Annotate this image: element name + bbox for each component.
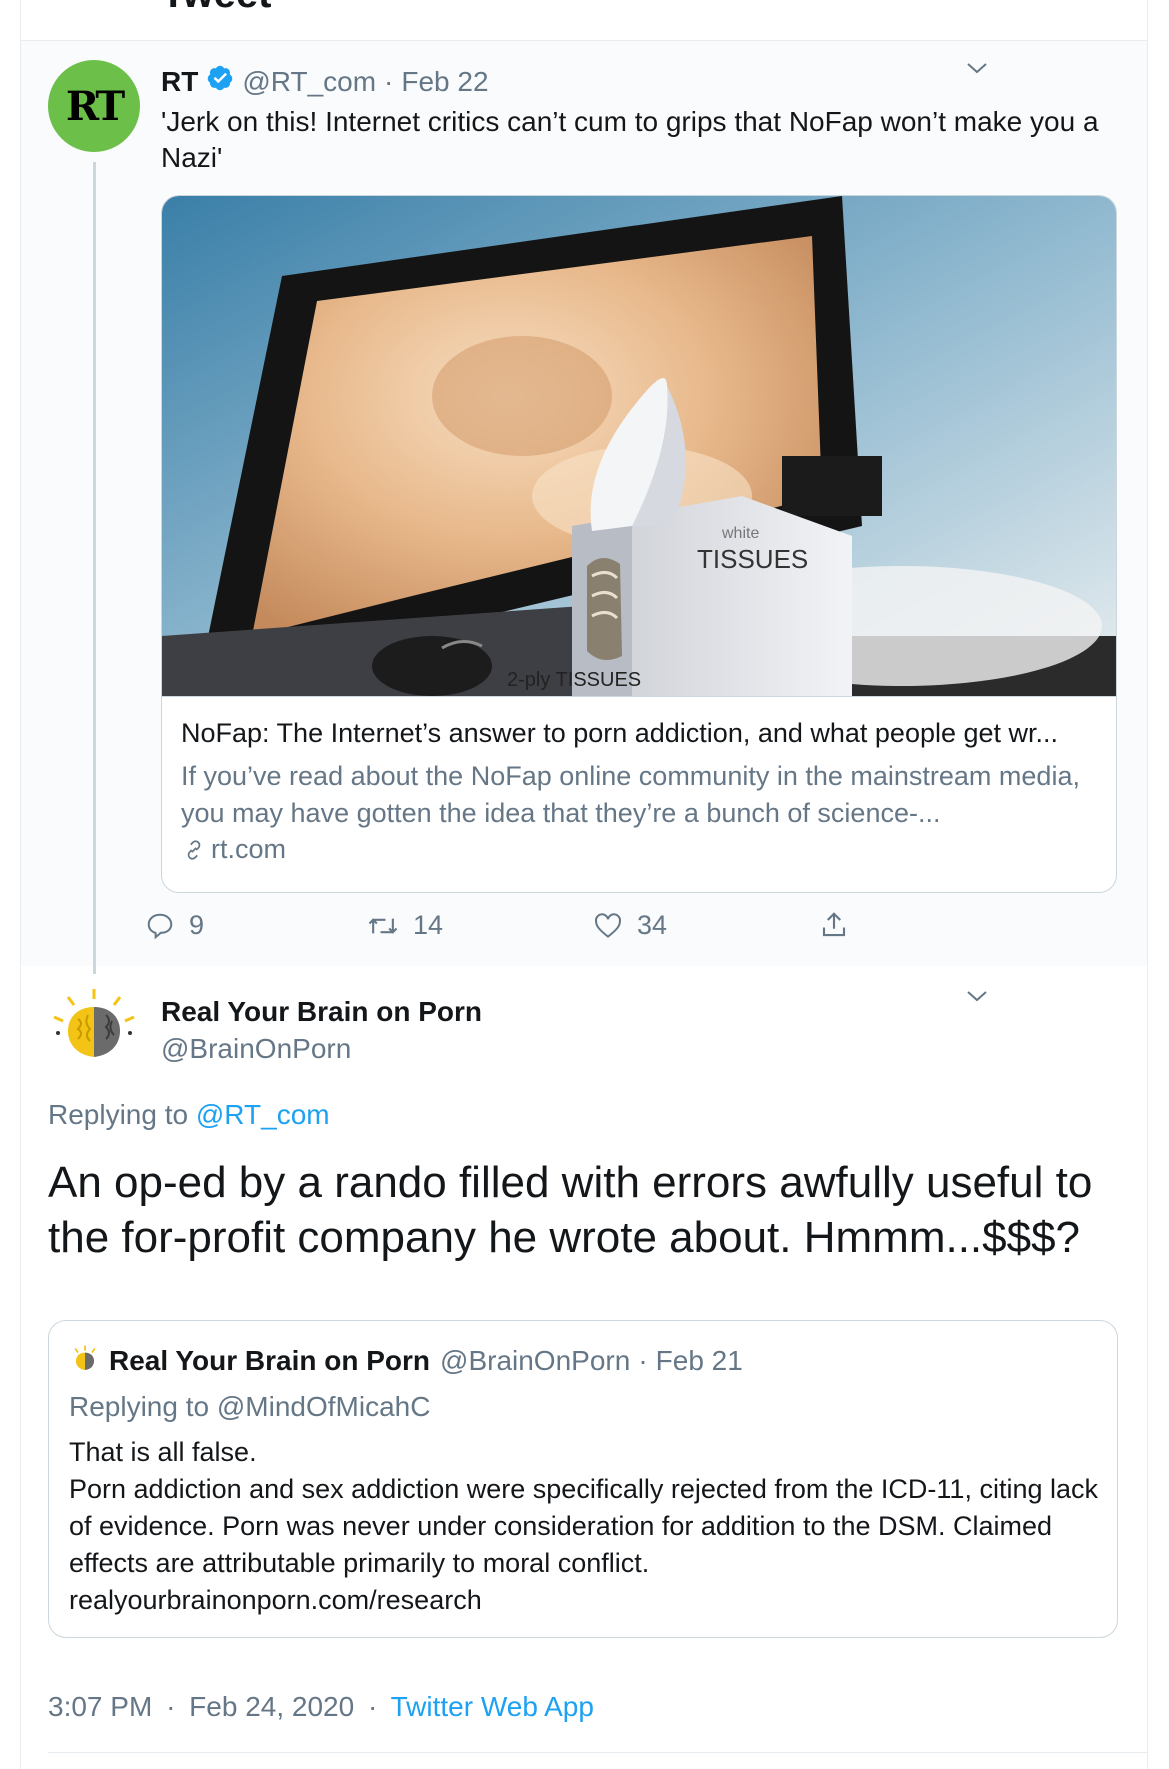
dot-separator: · (367, 1691, 378, 1722)
retweet-count: 14 (413, 910, 444, 940)
chevron-down-icon[interactable] (965, 984, 989, 1013)
link-preview-card[interactable]: white TISSUES 2-ply TISSUES NoFap: The I… (161, 195, 1117, 893)
reply-icon (147, 913, 173, 939)
like-button[interactable]: 34 (593, 910, 667, 941)
quoted-tweet[interactable]: Real Your Brain on Porn @BrainOnPorn · F… (48, 1320, 1118, 1638)
reply-count: 9 (189, 910, 205, 940)
main-tweet-text: An op-ed by a rando filled with errors a… (48, 1158, 1093, 1262)
brainonporn-avatar[interactable] (48, 985, 140, 1077)
retweet-icon (368, 917, 398, 934)
share-button[interactable] (819, 910, 849, 940)
dot-separator: · (384, 65, 394, 97)
card-domain[interactable]: rt.com (181, 834, 286, 865)
quoted-author-name: Real Your Brain on Porn (109, 1345, 431, 1376)
tweet-column: Tweet RT RT @RT_com · Feb 22 'Jerk on th… (20, 0, 1148, 1769)
heart-icon (595, 912, 621, 938)
chevron-down-icon[interactable] (965, 56, 989, 85)
replying-to: Replying to @RT_com (48, 1099, 330, 1131)
brain-logo-icon (53, 989, 135, 1057)
page-title: Tweet (161, 0, 271, 17)
rt-avatar[interactable]: RT (48, 60, 140, 152)
quoted-author-handle: @BrainOnPorn (440, 1345, 631, 1376)
tweet-timestamp: 3:07 PM · Feb 24, 2020 · Twitter Web App (48, 1691, 594, 1723)
card-domain-text: rt.com (211, 834, 287, 864)
card-divider (162, 696, 1116, 697)
card-image: white TISSUES 2-ply TISSUES (162, 196, 1116, 696)
quoted-tweet-text: That is all false. Porn addiction and se… (69, 1437, 1098, 1615)
like-count: 34 (637, 910, 668, 940)
card-image-text-side: 2-ply TISSUES (507, 669, 641, 691)
parent-author-name[interactable]: RT (161, 66, 198, 98)
quoted-replying-to: Replying to @MindOfMicahC (69, 1391, 431, 1422)
tweet-date[interactable]: Feb 24, 2020 (189, 1691, 354, 1722)
card-image-text-brand: TISSUES (697, 544, 808, 574)
retweet-button[interactable]: 14 (367, 910, 443, 941)
quoted-tweet-header: Real Your Brain on Porn @BrainOnPorn · F… (69, 1345, 743, 1377)
card-title[interactable]: NoFap: The Internet’s answer to porn add… (181, 718, 1101, 749)
parent-author-row: RT @RT_com · Feb 22 (161, 64, 489, 99)
author-name[interactable]: Real Your Brain on Porn (161, 996, 482, 1028)
rt-logo-text: RT (65, 82, 125, 130)
dot-separator: · (638, 1345, 648, 1376)
parent-tweet-actions: 9 14 34 (21, 910, 1149, 954)
parent-author-handle[interactable]: @RT_com (242, 66, 376, 98)
replying-label: Replying to (48, 1099, 189, 1130)
link-icon (187, 839, 201, 860)
card-description: If you’ve read about the NoFap online co… (181, 761, 1080, 828)
bottom-divider (48, 1752, 1147, 1753)
verified-badge-icon (206, 64, 234, 99)
replying-handle-link[interactable]: @RT_com (196, 1099, 330, 1130)
author-handle[interactable]: @BrainOnPorn (161, 1033, 351, 1065)
tweet-source-link[interactable]: Twitter Web App (391, 1691, 594, 1722)
tweet-time[interactable]: 3:07 PM (48, 1691, 152, 1722)
share-icon (822, 912, 846, 937)
parent-tweet-date[interactable]: Feb 22 (401, 66, 488, 98)
quoted-avatar-icon (74, 1345, 96, 1371)
card-image-text-box: white (721, 525, 759, 542)
reply-button[interactable]: 9 (145, 910, 204, 941)
quoted-tweet-date: Feb 21 (655, 1345, 743, 1376)
parent-tweet-text: 'Jerk on this! Internet critics can’t cu… (161, 106, 1099, 173)
dot-separator: · (166, 1691, 176, 1722)
thread-connector (93, 162, 96, 974)
